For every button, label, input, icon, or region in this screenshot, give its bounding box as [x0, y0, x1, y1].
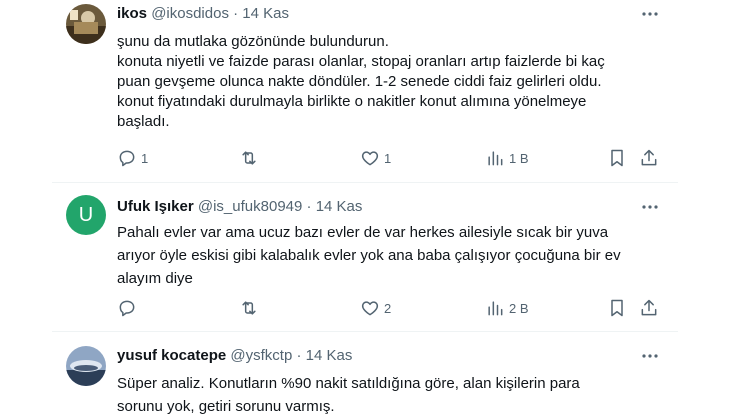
heart-icon: [361, 301, 379, 316]
author-handle[interactable]: @ysfkctp: [230, 347, 292, 364]
more-options-button[interactable]: [640, 4, 660, 24]
reply-icon: [119, 300, 135, 317]
share-button[interactable]: [639, 298, 659, 318]
views-icon: [488, 301, 503, 316]
more-icon: [642, 205, 658, 209]
timestamp[interactable]: 14 Kas: [306, 347, 353, 364]
profile-photo-icon: [66, 346, 106, 386]
view-count: 1 B: [509, 150, 529, 166]
author-name[interactable]: ikos: [117, 5, 147, 22]
separator: ·: [306, 198, 312, 215]
more-options-button[interactable]: [640, 197, 660, 217]
share-icon: [641, 149, 657, 166]
tweet-3[interactable]: yusuf kocatepe @ysfkctp · 14 Kas Süper a…: [0, 332, 730, 420]
avatar[interactable]: U: [66, 195, 106, 235]
retweet-icon: [242, 151, 256, 165]
tweet-1[interactable]: ikos @ikosdidos · 14 Kas şunu da mutlaka…: [0, 0, 730, 182]
timestamp[interactable]: 14 Kas: [242, 5, 289, 22]
views-icon: [488, 151, 503, 166]
tweet-actions: 2 2 B: [117, 298, 662, 318]
reply-icon: [119, 150, 135, 167]
separator: ·: [233, 5, 239, 22]
author-name[interactable]: Ufuk Işıker: [117, 198, 194, 215]
share-icon: [641, 299, 657, 316]
share-button[interactable]: [639, 148, 659, 168]
tweet-text: şunu da mutlaka gözönünde bulundurun. ko…: [117, 33, 605, 130]
like-count: 2: [384, 300, 392, 316]
retweet-button[interactable]: [239, 298, 263, 318]
bookmark-button[interactable]: [607, 148, 627, 168]
avatar[interactable]: [66, 346, 106, 386]
reply-count: 1: [141, 150, 149, 166]
retweet-button[interactable]: [239, 148, 263, 168]
bookmark-button[interactable]: [607, 298, 627, 318]
timestamp[interactable]: 14 Kas: [316, 198, 363, 215]
reply-button[interactable]: [117, 298, 141, 318]
author-handle[interactable]: @ikosdidos: [151, 5, 229, 22]
avatar[interactable]: [66, 4, 106, 44]
views-button[interactable]: 2 B: [485, 298, 529, 318]
like-button[interactable]: 1: [360, 148, 391, 168]
more-options-button[interactable]: [640, 346, 660, 366]
more-icon: [642, 354, 658, 358]
tweet-2[interactable]: U Ufuk Işıker @is_ufuk80949 · 14 Kas Pah…: [0, 183, 730, 331]
avatar-letter: U: [78, 203, 94, 226]
views-button[interactable]: 1 B: [485, 148, 529, 168]
like-button[interactable]: 2: [360, 298, 391, 318]
view-count: 2 B: [509, 300, 529, 316]
like-count: 1: [384, 150, 392, 166]
author-name[interactable]: yusuf kocatepe: [117, 347, 226, 364]
bookmark-icon: [611, 149, 623, 167]
tweet-text: Pahalı evler var ama ucuz bazı evler de …: [117, 224, 621, 287]
retweet-icon: [242, 301, 256, 315]
reply-button[interactable]: 1: [117, 148, 148, 168]
author-handle[interactable]: @is_ufuk80949: [198, 198, 302, 215]
more-icon: [642, 12, 658, 16]
tweet-actions: 1 1 1 B: [117, 148, 662, 168]
tweet-text: Süper analiz. Konutların %90 nakit satıl…: [117, 375, 580, 415]
profile-photo-icon: [66, 4, 106, 44]
heart-icon: [361, 151, 379, 166]
bookmark-icon: [611, 299, 623, 317]
separator: ·: [296, 347, 302, 364]
